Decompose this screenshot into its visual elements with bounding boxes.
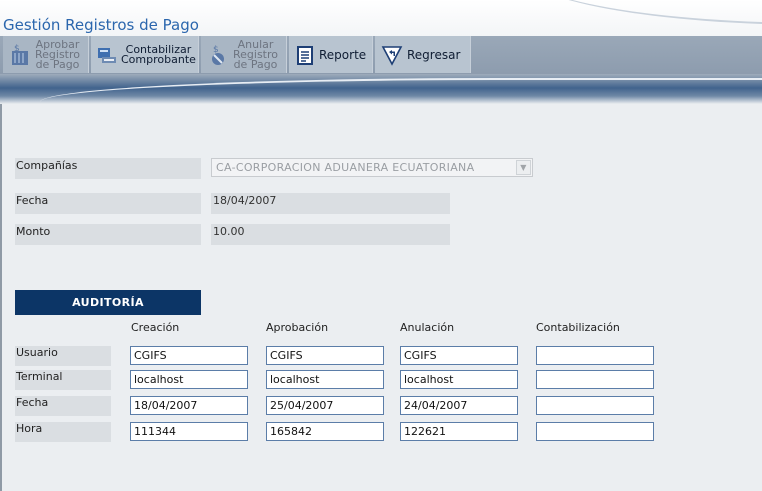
header-decoration xyxy=(40,78,762,104)
anulacion-usuario-field[interactable]: CGIFS xyxy=(400,346,518,365)
fecha-value: 18/04/2007 xyxy=(211,193,450,214)
toolbar: $ Aprobar Registro de Pago Contabilizar … xyxy=(3,36,471,73)
page-title: Gestión Registros de Pago xyxy=(3,16,199,34)
creacion-hora-field[interactable]: 111344 xyxy=(130,422,248,441)
creacion-fecha-field[interactable]: 18/04/2007 xyxy=(130,396,248,415)
back-arrow-icon xyxy=(381,44,403,66)
header-decoration xyxy=(520,0,762,25)
companias-label: Compañías xyxy=(15,158,201,179)
row-label-usuario: Usuario xyxy=(15,346,111,366)
report-icon xyxy=(295,44,315,66)
contabilizar-button[interactable]: Contabilizar Comprobante xyxy=(91,36,199,73)
contabilizar-label: Contabilizar Comprobante xyxy=(121,42,196,66)
contabilizacion-terminal-field[interactable] xyxy=(536,370,654,389)
companias-selected-value: CA-CORPORACION ADUANERA ECUATORIANA xyxy=(216,161,475,174)
contabilizacion-hora-field[interactable] xyxy=(536,422,654,441)
creacion-terminal-field[interactable]: localhost xyxy=(130,370,248,389)
report-button[interactable]: Reporte xyxy=(289,36,373,73)
anulacion-terminal-field[interactable]: localhost xyxy=(400,370,518,389)
aprobacion-hora-field[interactable]: 165842 xyxy=(266,422,384,441)
monto-value: 10.00 xyxy=(211,224,450,245)
row-label-terminal: Terminal xyxy=(15,370,111,390)
aprobacion-usuario-field[interactable]: CGIFS xyxy=(266,346,384,365)
monto-label: Monto xyxy=(15,224,201,245)
col-header-anulacion: Anulación xyxy=(400,321,455,334)
cancel-payment-label: Anular Registro de Pago xyxy=(233,37,279,71)
anulacion-hora-field[interactable]: 122621 xyxy=(400,422,518,441)
companias-select[interactable]: CA-CORPORACION ADUANERA ECUATORIANA ▼ xyxy=(211,158,533,177)
col-header-creacion: Creación xyxy=(131,321,180,334)
back-label: Regresar xyxy=(407,47,461,62)
contabilizacion-fecha-field[interactable] xyxy=(536,396,654,415)
cancel-payment-icon: $ xyxy=(207,44,229,66)
accounting-voucher-icon xyxy=(97,44,117,66)
aprobacion-terminal-field[interactable]: localhost xyxy=(266,370,384,389)
chevron-down-icon[interactable]: ▼ xyxy=(516,160,531,175)
approve-payment-label: Aprobar Registro de Pago xyxy=(35,37,81,71)
creacion-usuario-field[interactable]: CGIFS xyxy=(130,346,248,365)
auditoria-header: AUDITORÍA xyxy=(15,290,201,315)
svg-text:$: $ xyxy=(14,44,20,54)
col-header-contabilizacion: Contabilización xyxy=(536,321,620,334)
contabilizacion-usuario-field[interactable] xyxy=(536,346,654,365)
approve-payment-icon: $ xyxy=(9,44,31,66)
cancel-payment-button[interactable]: $ Anular Registro de Pago xyxy=(201,36,287,73)
report-label: Reporte xyxy=(319,47,367,62)
anulacion-fecha-field[interactable]: 24/04/2007 xyxy=(400,396,518,415)
aprobacion-fecha-field[interactable]: 25/04/2007 xyxy=(266,396,384,415)
approve-payment-button[interactable]: $ Aprobar Registro de Pago xyxy=(3,36,89,73)
row-label-hora: Hora xyxy=(15,422,111,442)
row-label-fecha: Fecha xyxy=(15,396,111,416)
fecha-label: Fecha xyxy=(15,193,201,214)
col-header-aprobacion: Aprobación xyxy=(266,321,329,334)
back-button[interactable]: Regresar xyxy=(375,36,471,73)
